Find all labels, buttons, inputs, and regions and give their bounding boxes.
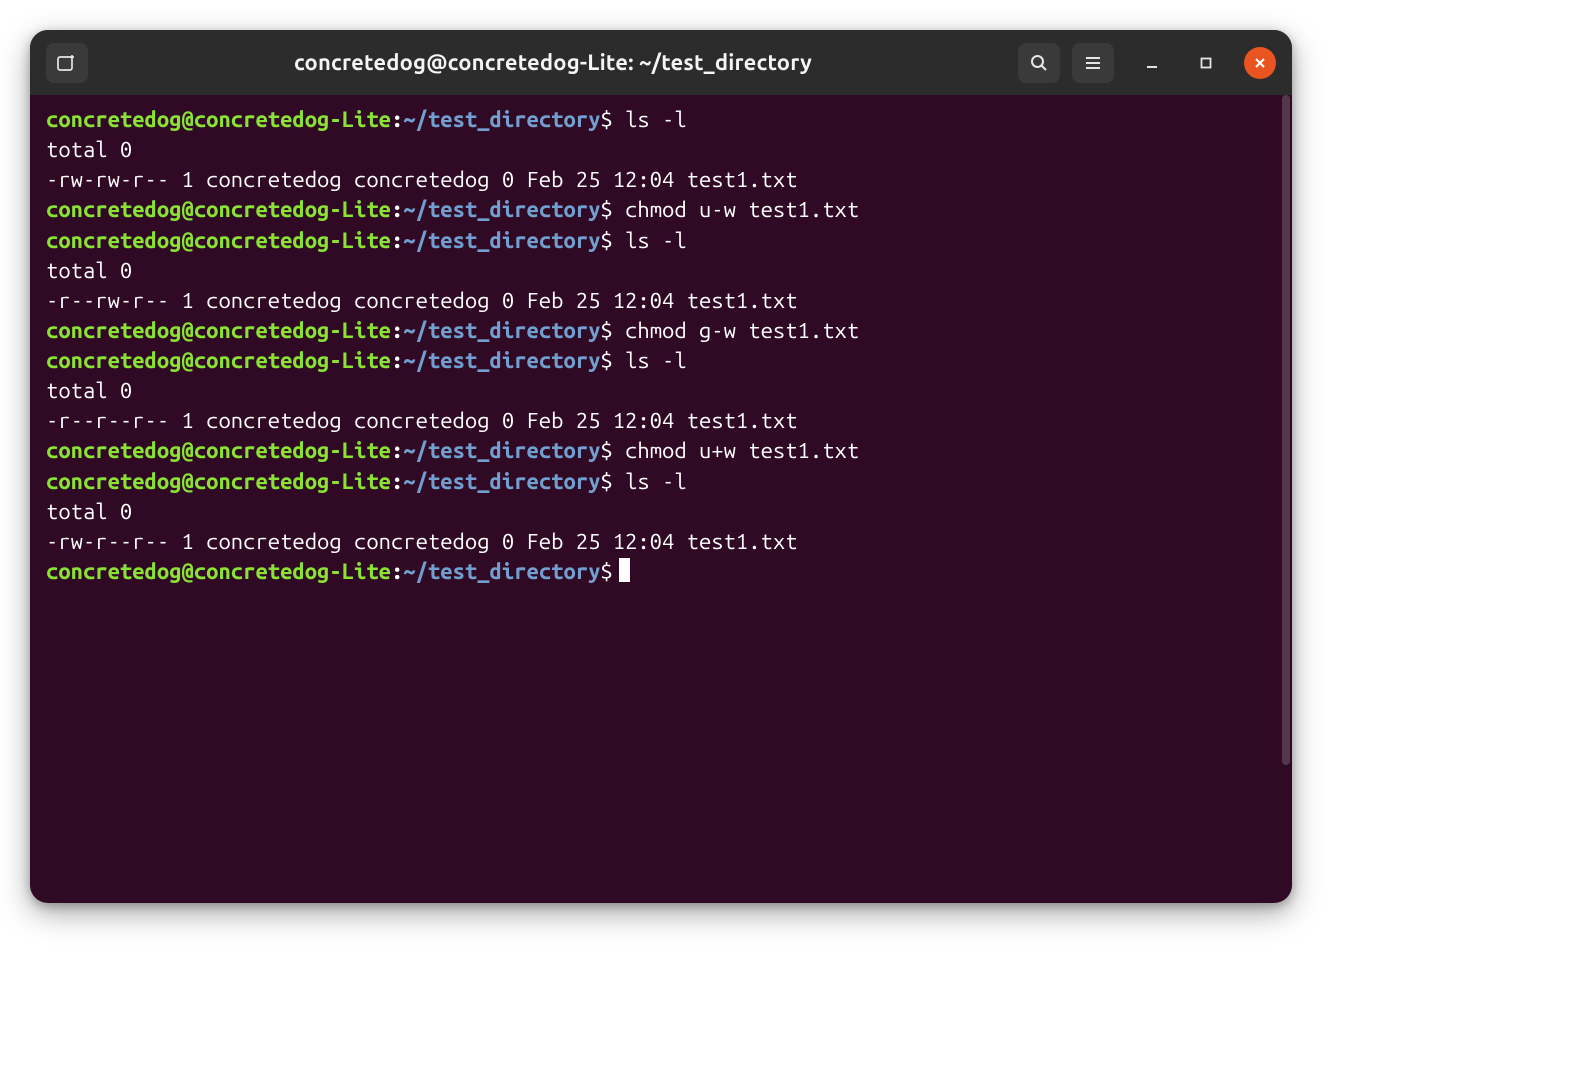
menu-button[interactable]	[1072, 43, 1114, 83]
prompt-symbol: $	[600, 318, 612, 343]
minimize-button[interactable]	[1136, 47, 1168, 79]
prompt-symbol: $	[600, 107, 612, 132]
prompt-symbol: $	[600, 469, 612, 494]
prompt-colon: :	[391, 197, 403, 222]
prompt-symbol: $	[600, 228, 612, 253]
terminal-body[interactable]: concretedog@concretedog-Lite:~/test_dire…	[30, 95, 1292, 903]
prompt-path: ~/test_directory	[403, 559, 600, 584]
command-text: ls -l	[613, 107, 687, 132]
prompt-colon: :	[391, 469, 403, 494]
terminal-line: concretedog@concretedog-Lite:~/test_dire…	[46, 436, 1276, 466]
prompt-path: ~/test_directory	[403, 469, 600, 494]
terminal-output-line: -rw-rw-r-- 1 concretedog concretedog 0 F…	[46, 165, 1276, 195]
prompt-path: ~/test_directory	[403, 318, 600, 343]
cursor	[619, 558, 630, 582]
prompt-user-host: concretedog@concretedog-Lite	[46, 348, 391, 373]
prompt-colon: :	[391, 348, 403, 373]
terminal-output-line: -rw-r--r-- 1 concretedog concretedog 0 F…	[46, 527, 1276, 557]
prompt-colon: :	[391, 318, 403, 343]
close-button[interactable]	[1244, 47, 1276, 79]
command-text: ls -l	[613, 469, 687, 494]
terminal-output-line: -r--r--r-- 1 concretedog concretedog 0 F…	[46, 406, 1276, 436]
terminal-line: concretedog@concretedog-Lite:~/test_dire…	[46, 467, 1276, 497]
terminal-line: concretedog@concretedog-Lite:~/test_dire…	[46, 226, 1276, 256]
prompt-path: ~/test_directory	[403, 438, 600, 463]
terminal-output-line: total 0	[46, 135, 1276, 165]
terminal-output-line: total 0	[46, 256, 1276, 286]
terminal-line: concretedog@concretedog-Lite:~/test_dire…	[46, 195, 1276, 225]
terminal-output-line: total 0	[46, 376, 1276, 406]
maximize-button[interactable]	[1190, 47, 1222, 79]
prompt-user-host: concretedog@concretedog-Lite	[46, 228, 391, 253]
scrollbar[interactable]	[1280, 95, 1290, 883]
close-icon	[1253, 56, 1267, 70]
hamburger-icon	[1083, 53, 1103, 73]
terminal-output-line: total 0	[46, 497, 1276, 527]
terminal-line: concretedog@concretedog-Lite:~/test_dire…	[46, 316, 1276, 346]
prompt-path: ~/test_directory	[403, 348, 600, 373]
prompt-colon: :	[391, 228, 403, 253]
prompt-colon: :	[391, 107, 403, 132]
new-tab-button[interactable]	[46, 43, 88, 83]
terminal-window: concretedog@concretedog-Lite: ~/test_dir…	[30, 30, 1292, 903]
terminal-line: concretedog@concretedog-Lite:~/test_dire…	[46, 346, 1276, 376]
prompt-user-host: concretedog@concretedog-Lite	[46, 197, 391, 222]
prompt-symbol: $	[600, 438, 612, 463]
prompt-user-host: concretedog@concretedog-Lite	[46, 107, 391, 132]
search-icon	[1029, 53, 1049, 73]
prompt-user-host: concretedog@concretedog-Lite	[46, 559, 391, 584]
minimize-icon	[1145, 56, 1159, 70]
scroll-thumb[interactable]	[1282, 95, 1290, 765]
command-text: chmod g-w test1.txt	[613, 318, 859, 343]
prompt-path: ~/test_directory	[403, 228, 600, 253]
maximize-icon	[1199, 56, 1213, 70]
window-controls	[1136, 47, 1276, 79]
prompt-colon: :	[391, 438, 403, 463]
command-text: ls -l	[613, 228, 687, 253]
prompt-path: ~/test_directory	[403, 197, 600, 222]
command-text: ls -l	[613, 348, 687, 373]
command-text: chmod u+w test1.txt	[613, 438, 859, 463]
prompt-symbol: $	[600, 348, 612, 373]
prompt-user-host: concretedog@concretedog-Lite	[46, 318, 391, 343]
command-text: chmod u-w test1.txt	[613, 197, 859, 222]
prompt-user-host: concretedog@concretedog-Lite	[46, 469, 391, 494]
terminal-line: concretedog@concretedog-Lite:~/test_dire…	[46, 557, 1276, 587]
prompt-symbol: $	[600, 559, 612, 584]
window-title: concretedog@concretedog-Lite: ~/test_dir…	[100, 50, 1006, 75]
terminal-output-line: -r--rw-r-- 1 concretedog concretedog 0 F…	[46, 286, 1276, 316]
terminal-line: concretedog@concretedog-Lite:~/test_dire…	[46, 105, 1276, 135]
prompt-path: ~/test_directory	[403, 107, 600, 132]
prompt-user-host: concretedog@concretedog-Lite	[46, 438, 391, 463]
titlebar: concretedog@concretedog-Lite: ~/test_dir…	[30, 30, 1292, 95]
search-button[interactable]	[1018, 43, 1060, 83]
new-tab-icon	[56, 53, 78, 73]
prompt-symbol: $	[600, 197, 612, 222]
prompt-colon: :	[391, 559, 403, 584]
